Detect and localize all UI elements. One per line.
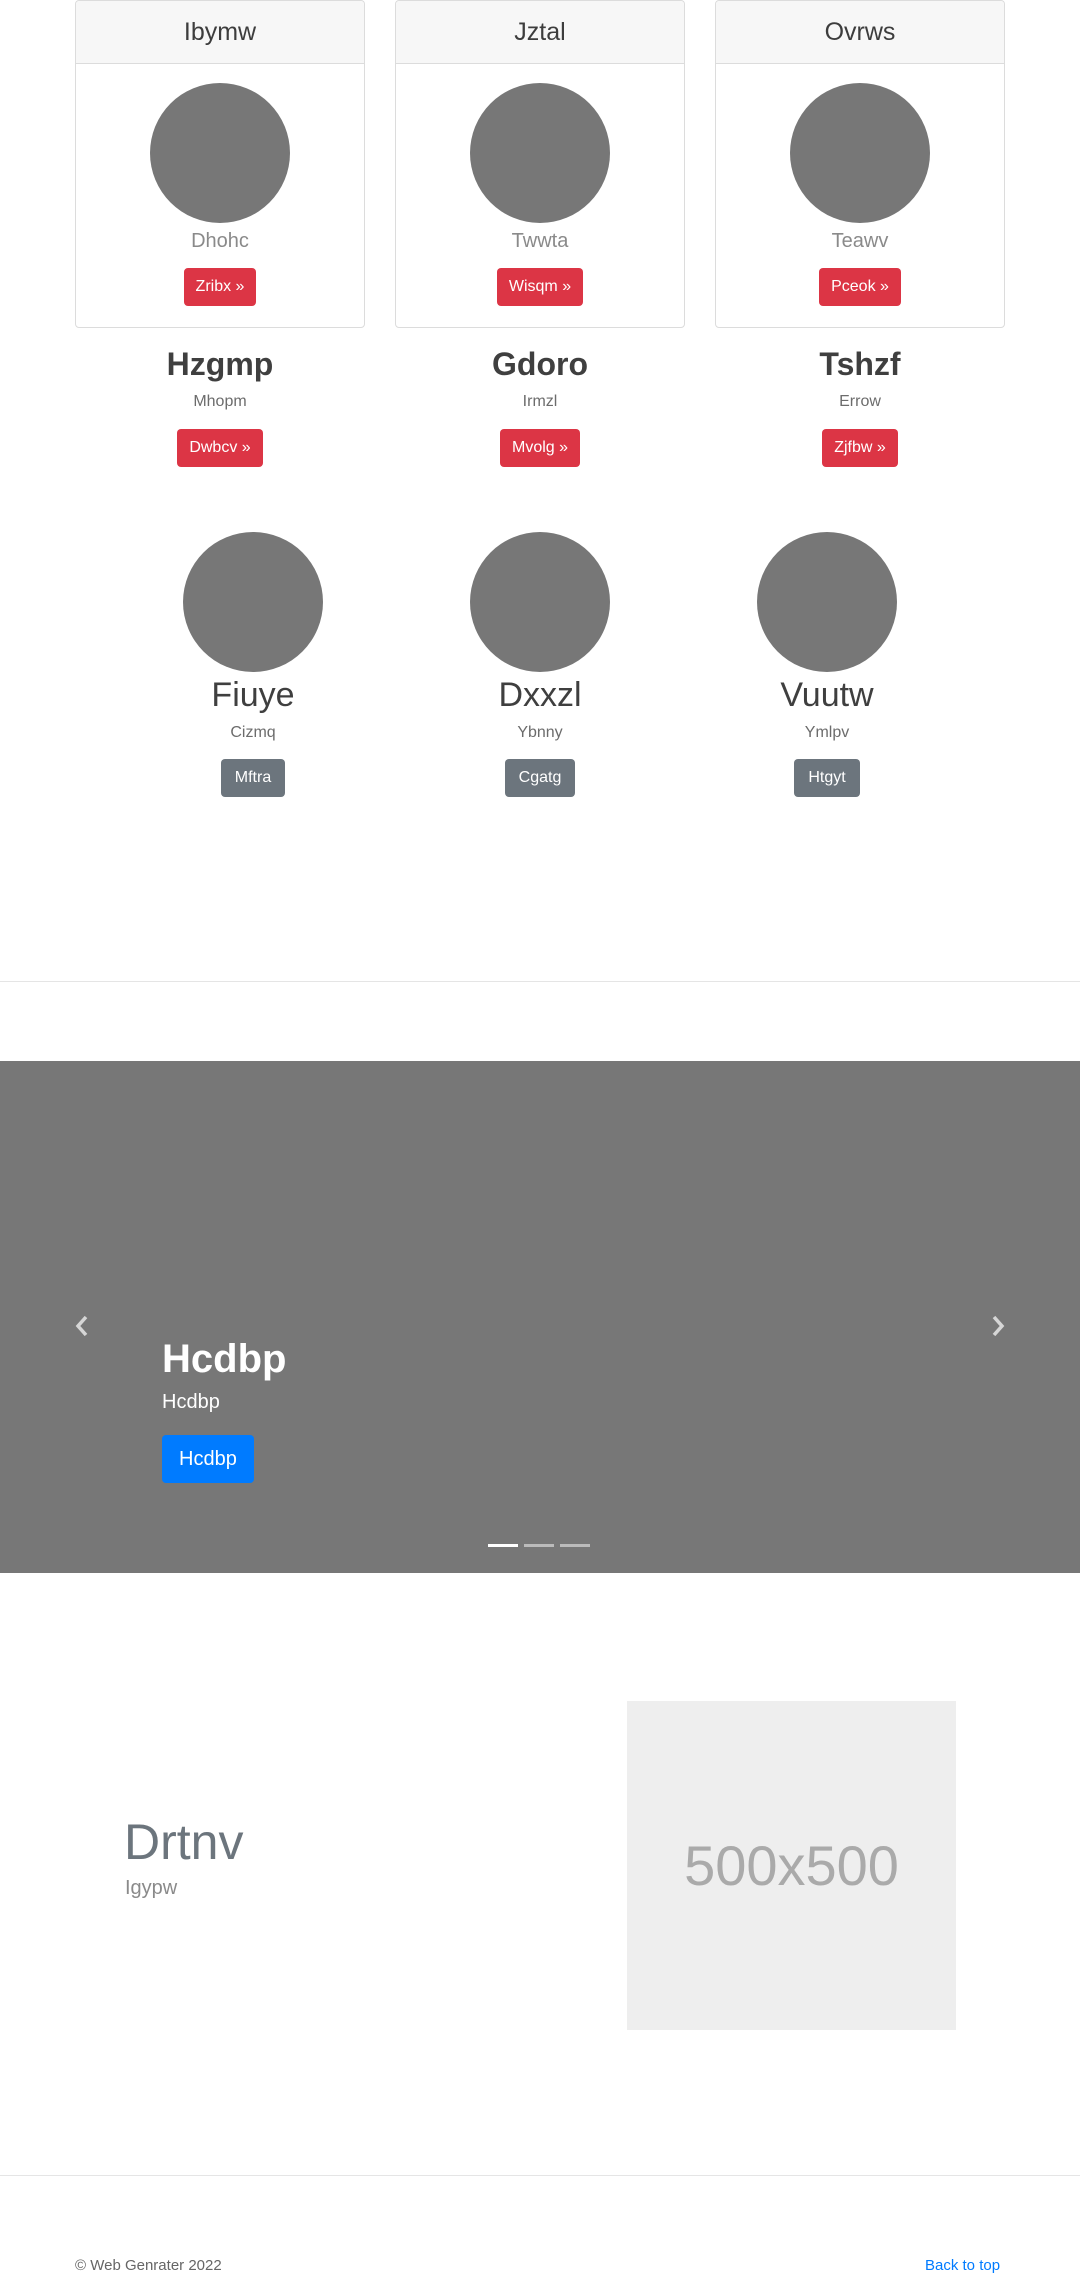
carousel-indicator[interactable] [560,1544,590,1547]
card: Jztal Twwta Wisqm » [395,0,685,328]
carousel-indicators [488,1544,590,1547]
back-to-top-link[interactable]: Back to top [925,2257,1000,2274]
chevron-left-icon [75,1315,88,1337]
carousel-title: Hcdbp [162,1337,287,1381]
headline-row: Hzgmp Mhopm Dwbcv » Gdoro Irmzl Mvolg » … [75,342,1005,472]
profile-column: Dxxzl Ybnny Cgatg [440,532,640,797]
headline-text: Mhopm [193,393,247,410]
carousel-indicator[interactable] [488,1544,518,1547]
card-image [470,83,610,223]
card-button[interactable]: Wisqm » [496,268,584,306]
profile-name: Dxxzl [498,676,582,714]
avatar [470,532,610,672]
card-header: Jztal [396,1,684,64]
headline-button[interactable]: Dwbcv » [177,429,263,467]
profile-row: Fiuye Cizmq Mftra Dxxzl Ybnny Cgatg Vuut… [150,532,930,802]
headline-button[interactable]: Mvolg » [499,429,581,467]
placeholder-image: 500x500 [627,1701,956,2030]
headline-title: Gdoro [492,346,588,382]
carousel-button[interactable]: Hcdbp [162,1435,254,1483]
card-button[interactable]: Pceok » [819,268,901,306]
headline-text: Errow [839,393,881,410]
card-row: Ibymw Dhohc Zribx » Jztal Twwta Wisqm » … [75,0,1005,328]
profile-column: Fiuye Cizmq Mftra [153,532,353,797]
copyright-text: © Web Genrater 2022 [75,2257,222,2274]
profile-name: Fiuye [211,676,295,714]
feature-title: Drtnv [124,1814,244,1870]
avatar [757,532,897,672]
profile-button[interactable]: Cgatg [504,759,576,797]
profile-name: Vuutw [780,676,874,714]
feature-subtitle: Igypw [125,1877,178,1899]
card: Ovrws Teawv Pceok » [715,0,1005,328]
chevron-right-icon [992,1315,1005,1337]
profile-text: Cizmq [230,724,276,741]
footer-divider [0,2175,1080,2176]
card-header: Ovrws [716,1,1004,64]
profile-button[interactable]: Htgyt [794,759,860,797]
card-button[interactable]: Zribx » [183,268,257,306]
headline-text: Irmzl [522,393,558,410]
carousel-text: Hcdbp [162,1391,220,1413]
card-image [790,83,930,223]
headline-column: Hzgmp Mhopm Dwbcv » [75,342,365,467]
carousel-caption: Hcdbp Hcdbp Hcdbp [162,1335,286,1483]
carousel-indicator[interactable] [524,1544,554,1547]
profile-button[interactable]: Mftra [220,759,286,797]
headline-title: Tshzf [819,346,901,382]
headline-button[interactable]: Zjfbw » [822,429,898,467]
carousel: Hcdbp Hcdbp Hcdbp [0,1061,1080,1573]
carousel-prev-button[interactable] [62,1306,102,1346]
profile-column: Vuutw Ymlpv Htgyt [727,532,927,797]
card-image [150,83,290,223]
avatar [183,532,323,672]
headline-title: Hzgmp [166,346,274,382]
headline-column: Gdoro Irmzl Mvolg » [395,342,685,467]
card: Ibymw Dhohc Zribx » [75,0,365,328]
placeholder-label: 500x500 [684,1834,899,1897]
card-subtitle: Teawv [831,230,889,252]
card-header: Ibymw [76,1,364,64]
headline-column: Tshzf Errow Zjfbw » [715,342,1005,467]
profile-text: Ybnny [517,724,563,741]
card-subtitle: Twwta [511,230,569,252]
profile-text: Ymlpv [804,724,850,741]
card-subtitle: Dhohc [191,230,249,252]
section-divider [0,981,1080,982]
carousel-next-button[interactable] [978,1306,1018,1346]
